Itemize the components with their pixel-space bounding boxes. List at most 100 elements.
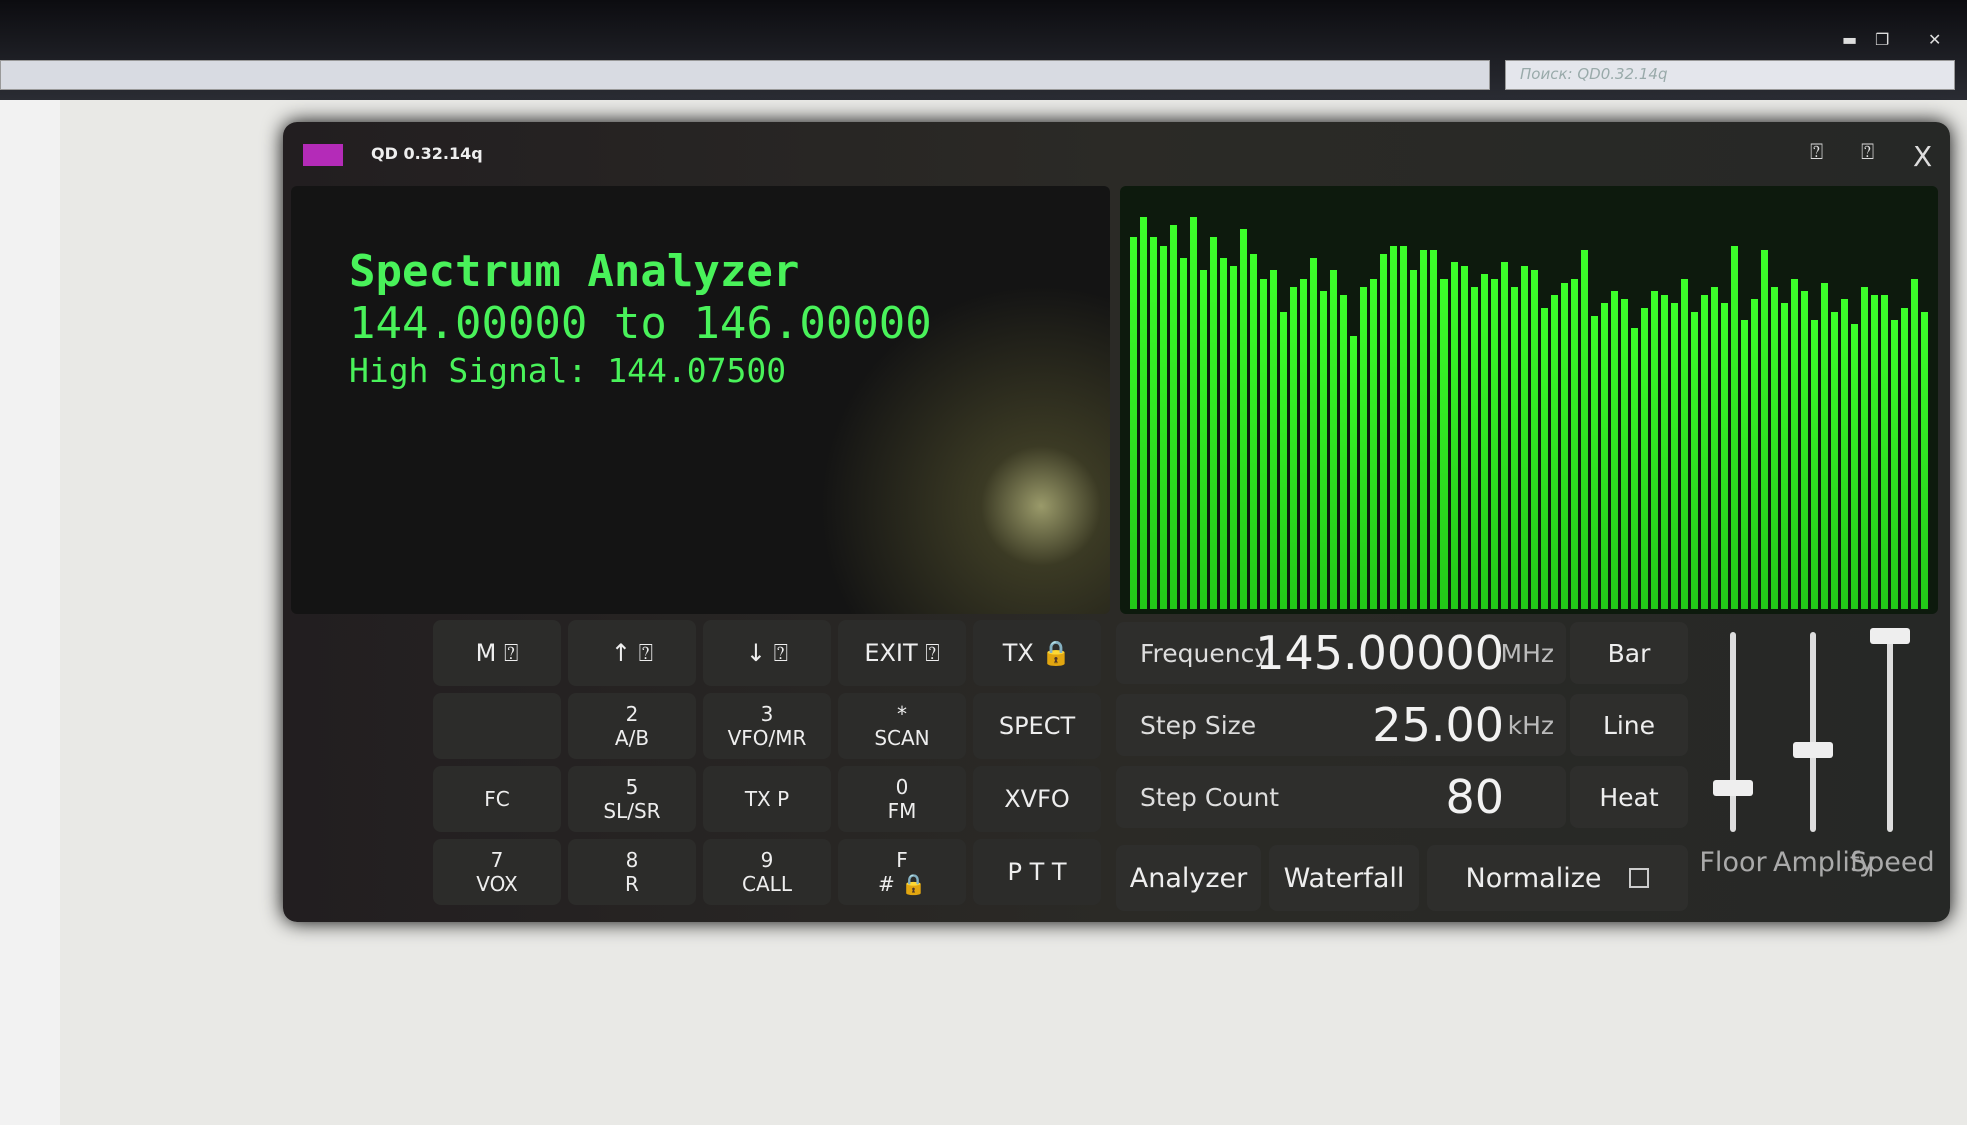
spectrum-bar (1290, 286, 1298, 609)
spectrum-bar (1600, 303, 1608, 609)
speed-slider-thumb[interactable] (1870, 628, 1910, 644)
spectrum-bar (1831, 311, 1839, 609)
normalize-checkbox[interactable] (1629, 868, 1650, 888)
key-label-bottom: TX P (744, 787, 790, 811)
keypad-key[interactable]: XVFO (973, 766, 1101, 832)
spectrum-bar (1901, 307, 1909, 609)
speed-slider[interactable]: Speed (1850, 628, 1935, 962)
spectrum-bar (1220, 257, 1228, 609)
amplify-label: Amplify (1773, 847, 1875, 878)
key-label-top: TX 🔒 (1002, 639, 1072, 667)
keypad-key[interactable]: 7 VOX (433, 839, 561, 905)
close-button[interactable]: X (1913, 140, 1932, 173)
spectrum-bar (1560, 282, 1568, 609)
pin-button[interactable]: ⍰ (1861, 140, 1874, 165)
spectrum-bar (1500, 262, 1508, 609)
keypad-key[interactable]: ↑ ⍰ (568, 620, 696, 686)
line-mode-button[interactable]: Line (1570, 694, 1688, 756)
floor-slider[interactable]: Floor (1699, 632, 1767, 962)
step-size-field[interactable]: Step Size 25.00 kHz (1116, 694, 1566, 756)
speed-label: Speed (1850, 847, 1935, 878)
keypad-key[interactable]: M ⍰ (433, 620, 561, 686)
key-label-top: XVFO (1004, 785, 1070, 813)
spectrum-bar (1420, 249, 1428, 609)
key-label-top: ↑ ⍰ (610, 639, 654, 667)
amplify-slider-thumb[interactable] (1793, 742, 1833, 758)
spectrum-bar (1470, 286, 1478, 609)
keypad-key[interactable]: SPECT (973, 693, 1101, 759)
key-label-top: ↓ ⍰ (745, 639, 789, 667)
step-count-value[interactable]: 80 (1445, 770, 1504, 824)
keypad-key[interactable]: TX P (703, 766, 831, 832)
spectrum-bar (1550, 295, 1558, 609)
spectrum-bar (1650, 291, 1658, 609)
key-label-bottom: CALL (742, 872, 792, 896)
normalize-toggle[interactable]: Normalize (1427, 845, 1688, 911)
keypad-key[interactable]: F # 🔒 (838, 839, 966, 905)
keypad-key[interactable]: 5 SL/SR (568, 766, 696, 832)
frequency-label: Frequency (1140, 638, 1270, 668)
spectrum-bar (1771, 286, 1779, 609)
restore-icon[interactable]: ❐ (1875, 30, 1889, 49)
keypad-key[interactable]: 8R (568, 839, 696, 905)
spectrum-bar (1140, 216, 1148, 609)
keypad-key[interactable]: 2 A/B (568, 693, 696, 759)
search-input[interactable]: Поиск: QD0.32.14q (1505, 60, 1955, 90)
key-label-top: 0 (895, 775, 909, 799)
waterfall-button[interactable]: Waterfall (1269, 845, 1419, 911)
key-label-bottom: R (625, 872, 639, 896)
key-label-bottom: SCAN (874, 726, 930, 750)
spectrum-bar (1690, 311, 1698, 609)
frequency-value[interactable]: 145.00000 (1255, 626, 1504, 680)
keypad-key[interactable]: P T T (973, 839, 1101, 905)
spectrum-bar (1851, 324, 1859, 609)
key-label-top: M ⍰ (475, 639, 519, 667)
keypad-key[interactable]: FC (433, 766, 561, 832)
file-sidebar (0, 100, 60, 1125)
spectrum-bar (1330, 270, 1338, 609)
analyzer-button[interactable]: Analyzer (1116, 845, 1261, 911)
key-label-top: 9 (760, 848, 774, 872)
spectrum-bar (1680, 278, 1688, 609)
spectrum-bar (1590, 315, 1598, 609)
keypad-key[interactable]: 0 FM (838, 766, 966, 832)
help-button[interactable]: ⍰ (1810, 140, 1823, 165)
heat-mode-button[interactable]: Heat (1570, 766, 1688, 828)
spectrum-bar (1620, 299, 1628, 609)
spectrum-bar (1630, 328, 1638, 609)
spectrum-bar (1750, 299, 1758, 609)
bar-mode-button[interactable]: Bar (1570, 622, 1688, 684)
minimize-icon[interactable]: ▬ (1842, 30, 1857, 49)
spectrum-bar (1350, 336, 1358, 609)
frequency-field[interactable]: Frequency 145.00000 MHz (1116, 622, 1566, 684)
spectrum-bar (1280, 311, 1288, 609)
keypad-key[interactable]: 3 VFO/MR (703, 693, 831, 759)
normalize-label: Normalize (1465, 862, 1602, 894)
spectrum-bar (1801, 291, 1809, 609)
window-title: QD 0.32.14q (371, 144, 483, 163)
keypad-key[interactable]: TX 🔒 (973, 620, 1101, 686)
address-bar[interactable] (0, 60, 1490, 90)
spectrum-bar (1720, 303, 1728, 609)
key-label-top: F (896, 848, 908, 872)
close-icon[interactable]: ✕ (1928, 30, 1941, 49)
step-size-value[interactable]: 25.00 (1372, 698, 1504, 752)
key-label-top: EXIT ⍰ (864, 639, 940, 667)
keypad-key[interactable] (433, 693, 561, 759)
keypad-key[interactable]: EXIT ⍰ (838, 620, 966, 686)
keypad-key[interactable]: 9 CALL (703, 839, 831, 905)
key-label-top: P T T (1007, 858, 1067, 886)
spectrum-bar (1210, 237, 1218, 609)
spectrum-bar (1670, 303, 1678, 609)
step-count-field[interactable]: Step Count 80 (1116, 766, 1566, 828)
spectrum-bar (1130, 237, 1138, 609)
keypad-key[interactable]: * SCAN (838, 693, 966, 759)
spectrum-bar (1150, 237, 1158, 609)
spectrum-bar (1230, 266, 1238, 609)
browser-chrome: Поиск: QD0.32.14q ▬ ❐ ✕ (0, 0, 1967, 100)
display-peak: High Signal: 144.07500 (349, 351, 787, 390)
spectrum-bar (1640, 307, 1648, 609)
keypad-key[interactable]: ↓ ⍰ (703, 620, 831, 686)
amplify-slider[interactable]: Amplify (1773, 632, 1875, 962)
floor-slider-thumb[interactable] (1713, 780, 1753, 796)
